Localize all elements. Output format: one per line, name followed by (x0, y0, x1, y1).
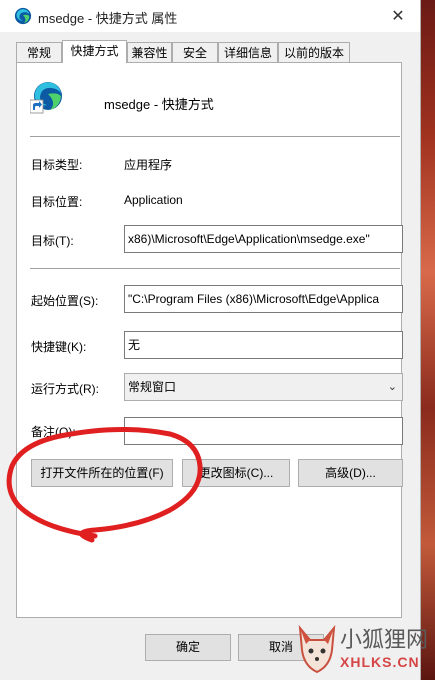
watermark-line1: 小狐狸网 (340, 628, 429, 653)
close-icon: ✕ (391, 8, 405, 25)
change-icon-button[interactable]: 更改图标(C)... (182, 459, 290, 487)
watermark: 小狐狸网 XHLKS.CN (290, 618, 435, 680)
run-selected-value: 常规窗口 (128, 380, 177, 394)
target-field[interactable]: x86)\Microsoft\Edge\Application\msedge.e… (124, 225, 403, 253)
shortcut-name: msedge - 快捷方式 (104, 97, 214, 112)
watermark-line2: XHLKS.CN (340, 654, 420, 670)
close-button[interactable]: ✕ (376, 0, 420, 32)
fox-logo-icon (298, 624, 336, 674)
shortcut-key-field[interactable]: 无 (124, 331, 403, 359)
run-dropdown[interactable]: 常规窗口 ⌄ (124, 373, 403, 401)
tab-compatibility[interactable]: 兼容性 (127, 42, 172, 62)
tab-details[interactable]: 详细信息 (218, 42, 278, 62)
edge-icon (14, 7, 32, 25)
start-in-label: 起始位置(S): (31, 294, 99, 308)
target-location-value: Application (124, 193, 183, 207)
comment-field[interactable] (124, 417, 403, 445)
properties-window: msedge - 快捷方式 属性 ✕ 常规 快捷方式 兼容性 安全 详细信息 以… (0, 0, 421, 680)
tab-security[interactable]: 安全 (172, 42, 218, 62)
open-file-location-button[interactable]: 打开文件所在的位置(F) (31, 459, 173, 487)
title-bar: msedge - 快捷方式 属性 ✕ (0, 0, 420, 32)
window-title: msedge - 快捷方式 属性 (38, 11, 178, 26)
run-label: 运行方式(R): (31, 382, 99, 396)
comment-label: 备注(O): (31, 425, 76, 439)
tab-shortcut[interactable]: 快捷方式 (62, 40, 127, 63)
target-location-label: 目标位置: (31, 195, 83, 209)
target-label: 目标(T): (31, 234, 74, 248)
tab-general[interactable]: 常规 (16, 42, 62, 62)
target-type-value: 应用程序 (124, 158, 173, 172)
shortcut-key-label: 快捷键(K): (31, 340, 87, 354)
edge-shortcut-icon (30, 82, 62, 114)
tab-previous-versions[interactable]: 以前的版本 (278, 42, 350, 62)
separator (30, 268, 400, 269)
ok-button[interactable]: 确定 (145, 634, 231, 661)
start-in-field[interactable]: "C:\Program Files (x86)\Microsoft\Edge\A… (124, 285, 403, 313)
separator (30, 136, 400, 137)
advanced-button[interactable]: 高级(D)... (298, 459, 403, 487)
chevron-down-icon: ⌄ (387, 381, 397, 393)
target-type-label: 目标类型: (31, 158, 83, 172)
